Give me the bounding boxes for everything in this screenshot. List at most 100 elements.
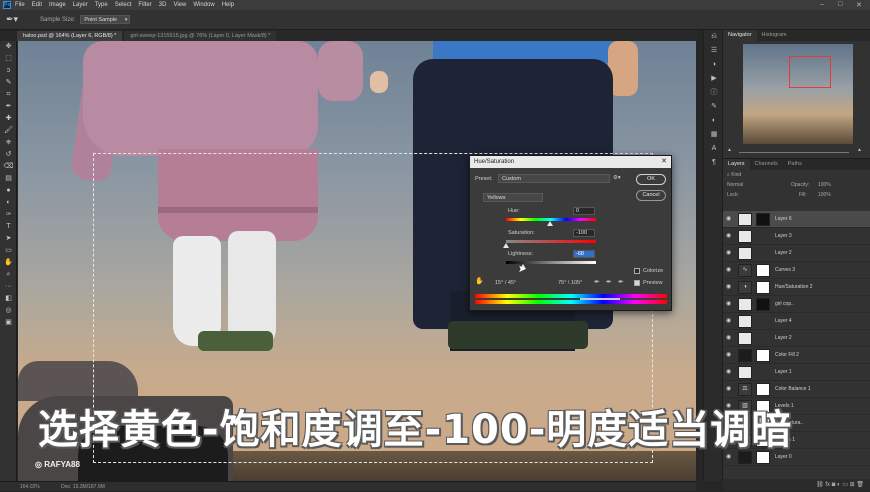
layer-row[interactable]: ◉ ◑ Hue/Saturation 2: [723, 279, 870, 296]
zoom-in-icon[interactable]: ▲: [857, 147, 862, 153]
opacity-value[interactable]: 100%: [818, 181, 831, 190]
visibility-eye-icon[interactable]: ◉: [726, 279, 731, 296]
visibility-eye-icon[interactable]: ◉: [726, 211, 731, 228]
layer-row[interactable]: ◉ Layer 2: [723, 245, 870, 262]
menu-help[interactable]: Help: [222, 2, 234, 8]
preset-options-icon[interactable]: ⚙▾: [613, 175, 621, 181]
tab-paths[interactable]: Paths: [783, 159, 807, 170]
visibility-eye-icon[interactable]: ◉: [726, 296, 731, 313]
adjustments-icon[interactable]: ◑: [704, 58, 724, 72]
eyedropper-icon[interactable]: ✒: [594, 278, 600, 286]
blend-mode-select[interactable]: Normal: [727, 182, 743, 188]
link-layers-icon[interactable]: ⛓: [816, 482, 824, 488]
layer-row[interactable]: ◉ Layer 1: [723, 364, 870, 381]
tab-haloo[interactable]: haloo.psd @ 164% (Layer 6, RGB/8) *: [17, 31, 123, 41]
gradient-tool-icon[interactable]: ▤: [0, 173, 17, 185]
layer-mask[interactable]: [756, 298, 770, 311]
blur-tool-icon[interactable]: ●: [0, 185, 17, 197]
hue-slider-thumb[interactable]: [547, 221, 553, 226]
screen-mode-icon[interactable]: ▣: [0, 317, 17, 329]
tab-layers[interactable]: Layers: [723, 159, 750, 170]
menu-filter[interactable]: Filter: [138, 2, 151, 8]
saturation-field[interactable]: -100: [573, 229, 595, 237]
saturation-slider-thumb[interactable]: [503, 243, 509, 248]
color-swatches-icon[interactable]: ◧: [0, 293, 17, 305]
color-panel-icon[interactable]: ◐: [704, 114, 724, 128]
play-icon[interactable]: ▶: [704, 72, 724, 86]
navigator-thumbnail[interactable]: [743, 44, 853, 144]
fx-icon[interactable]: fx: [825, 482, 830, 488]
layer-row[interactable]: ◉ Color Fill 2: [723, 347, 870, 364]
hand-tool-icon[interactable]: ✋: [0, 257, 17, 269]
zoom-level[interactable]: 164.02%: [20, 484, 40, 490]
minimize-icon[interactable]: –: [820, 1, 824, 8]
layer-mask[interactable]: [756, 264, 770, 277]
character-icon[interactable]: A: [704, 142, 724, 156]
clone-stamp-icon[interactable]: ⎈: [0, 137, 17, 149]
path-select-icon[interactable]: ➤: [0, 233, 17, 245]
hue-field[interactable]: 0: [573, 207, 595, 215]
channel-select[interactable]: Yellows: [483, 193, 543, 202]
layer-row[interactable]: ◉ Layer 3: [723, 228, 870, 245]
visibility-eye-icon[interactable]: ◉: [726, 347, 731, 364]
layer-mask[interactable]: [756, 383, 770, 396]
visibility-eye-icon[interactable]: ◉: [726, 381, 731, 398]
layer-mask[interactable]: [756, 281, 770, 294]
menu-3d[interactable]: 3D: [159, 2, 167, 8]
navigator-view-box[interactable]: [789, 56, 831, 88]
navigator-zoom-slider[interactable]: ▲ ▲: [727, 147, 867, 155]
tab-histogram[interactable]: Histogram: [757, 30, 792, 41]
preset-select[interactable]: Custom: [498, 174, 610, 183]
colorize-checkbox[interactable]: [634, 268, 640, 274]
visibility-eye-icon[interactable]: ◉: [726, 313, 731, 330]
layer-row[interactable]: ◉ ⚖ Color Balance 1: [723, 381, 870, 398]
menu-file[interactable]: File: [15, 2, 25, 8]
quick-mask-icon[interactable]: ◎: [0, 305, 17, 317]
eyedropper-tool-icon[interactable]: ✒▾: [6, 14, 26, 25]
layer-mask[interactable]: [756, 349, 770, 362]
history-brush-icon[interactable]: ↺: [0, 149, 17, 161]
shape-tool-icon[interactable]: ▭: [0, 245, 17, 257]
layer-mask[interactable]: [756, 213, 770, 226]
healing-brush-icon[interactable]: ✚: [0, 113, 17, 125]
preview-checkbox[interactable]: [634, 280, 640, 286]
close-icon[interactable]: ✕: [661, 156, 667, 168]
lightness-field[interactable]: -68: [573, 250, 595, 258]
cancel-button[interactable]: Cancel: [636, 190, 666, 201]
tab-navigator[interactable]: Navigator: [723, 30, 757, 41]
swatches-icon[interactable]: ▦: [704, 128, 724, 142]
eraser-tool-icon[interactable]: ⌫: [0, 161, 17, 173]
properties-icon[interactable]: ☰: [704, 44, 724, 58]
range-selector[interactable]: [580, 298, 620, 300]
visibility-eye-icon[interactable]: ◉: [726, 364, 731, 381]
visibility-eye-icon[interactable]: ◉: [726, 245, 731, 262]
menu-select[interactable]: Select: [115, 2, 132, 8]
tab-channels[interactable]: Channels: [750, 159, 783, 170]
new-layer-icon[interactable]: ⊞: [850, 482, 855, 488]
menu-edit[interactable]: Edit: [32, 2, 42, 8]
target-adjust-hand-icon[interactable]: ✋: [475, 277, 484, 285]
dodge-tool-icon[interactable]: ◐: [0, 197, 17, 209]
menu-window[interactable]: Window: [193, 2, 214, 8]
quick-select-tool-icon[interactable]: ✎: [0, 77, 17, 89]
eyedropper-subtract-icon[interactable]: ✒: [618, 278, 624, 286]
pen-tool-icon[interactable]: ✑: [0, 209, 17, 221]
visibility-eye-icon[interactable]: ◉: [726, 228, 731, 245]
layer-filter[interactable]: ⌕ Kind: [723, 171, 870, 180]
add-mask-icon[interactable]: ◙: [832, 482, 836, 488]
tab-girl-sweep[interactable]: girl-sweep-1315515.jpg @ 76% (Layer 0, L…: [124, 31, 277, 41]
zoom-tool-icon[interactable]: ⌕: [0, 269, 17, 281]
layer-row[interactable]: ◉ girl cop..: [723, 296, 870, 313]
layer-row[interactable]: ◉ ∿ Curves 3: [723, 262, 870, 279]
brush-tool-icon[interactable]: 🖌: [0, 125, 17, 137]
saturation-slider-track[interactable]: [506, 240, 596, 243]
ok-button[interactable]: OK: [636, 174, 666, 185]
layer-row[interactable]: ◉ Layer 4: [723, 313, 870, 330]
sample-size-select[interactable]: Point Sample: [80, 15, 131, 24]
history-icon[interactable]: ⎌: [704, 30, 724, 44]
layer-row[interactable]: ◉ Layer 2: [723, 330, 870, 347]
crop-tool-icon[interactable]: ⌗: [0, 89, 17, 101]
menu-type[interactable]: Type: [95, 2, 108, 8]
paragraph-icon[interactable]: ¶: [704, 156, 724, 170]
eyedropper-icon[interactable]: ✒: [0, 101, 17, 113]
